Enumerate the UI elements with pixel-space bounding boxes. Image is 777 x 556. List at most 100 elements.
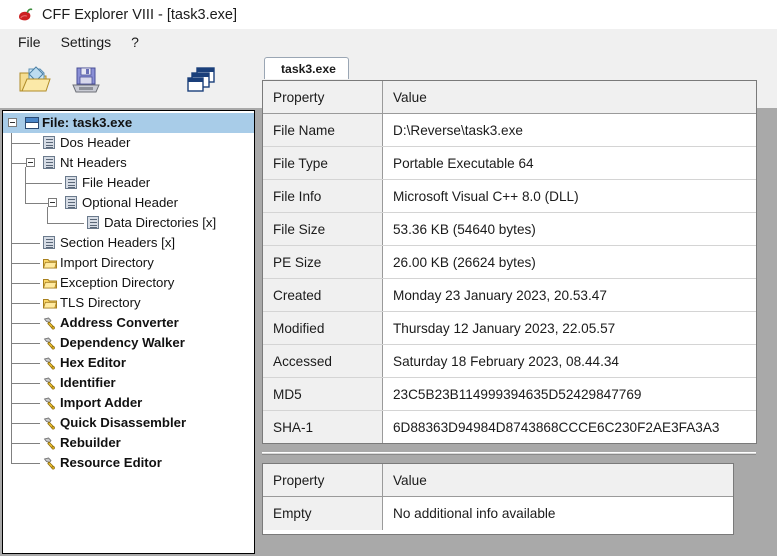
file-info-row[interactable]: Accessed Saturday 18 February 2023, 08.44… [263,345,756,378]
app-window: CFF Explorer VIII - [task3.exe] File Set… [0,0,777,556]
file-info-row[interactable]: PE Size 26.00 KB (26624 bytes) [263,246,756,279]
tree-node[interactable]: File: task3.exe [3,113,254,133]
file-info-row[interactable]: Created Monday 23 January 2023, 20.53.47 [263,279,756,312]
file-info-row[interactable]: File Type Portable Executable 64 [263,147,756,180]
tree-line [11,363,40,364]
property-value-cell: 53.36 KB (54640 bytes) [383,213,756,245]
tree-line [25,183,62,184]
additional-info-grid[interactable]: Property Value Empty No additional info ava… [262,463,734,535]
document-icon [65,176,77,189]
file-info-grid[interactable]: Property Value File Name D:\Reverse\task3.e… [262,80,757,444]
tree-line [11,163,27,164]
file-info-row[interactable]: File Size 53.36 KB (54640 bytes) [263,213,756,246]
tool-icon [43,377,57,390]
property-value-cell: Portable Executable 64 [383,147,756,179]
tree-line [11,343,40,344]
document-icon [43,156,55,169]
tree-node-label: Data Directories [x] [104,215,217,230]
tree-line [11,323,40,324]
chili-pepper-icon [16,5,35,24]
property-value-cell: Saturday 18 February 2023, 08.44.34 [383,345,756,377]
tree-line [11,443,40,444]
folder-icon [42,257,58,269]
tree-expander-icon[interactable] [8,118,17,127]
menu-bar: File Settings ? [0,29,777,55]
tree-expander-icon[interactable] [48,198,57,207]
tree-node-label: Hex Editor [60,355,126,370]
tree-line [11,463,40,464]
tool-icon [43,357,57,370]
property-value-cell: Thursday 12 January 2023, 22.05.57 [383,312,756,344]
menu-item-file[interactable]: File [8,32,51,52]
property-name-cell: Accessed [263,345,383,377]
window-title: CFF Explorer VIII - [task3.exe] [42,6,237,23]
tree-node-label: Rebuilder [60,435,121,450]
property-name-cell: File Name [263,114,383,146]
tree-line [47,207,48,223]
folder-icon [42,297,58,309]
file-info-row[interactable]: File Name D:\Reverse\task3.exe [263,114,756,147]
tree-node-label: Resource Editor [60,455,162,470]
property-name-cell: Modified [263,312,383,344]
open-file-button[interactable] [16,63,54,99]
title-bar: CFF Explorer VIII - [task3.exe] [0,0,777,29]
tree-line [11,423,40,424]
save-file-button[interactable] [68,63,106,99]
property-value-cell: D:\Reverse\task3.exe [383,114,756,146]
tree-node-label: Nt Headers [60,155,127,170]
tree-node-label: Exception Directory [60,275,175,290]
tree-expander-icon[interactable] [26,158,35,167]
menu-item-help[interactable]: ? [121,32,149,52]
column-header-value[interactable]: Value [383,464,733,496]
tree-node-label: Import Adder [60,395,143,410]
column-header-value[interactable]: Value [383,81,756,113]
tree-line [11,263,40,264]
cascade-windows-button[interactable] [184,63,222,99]
property-name-cell: SHA-1 [263,411,383,443]
property-name-cell: Created [263,279,383,311]
tree-node-label: Dos Header [60,135,131,150]
tree-node-label: File Header [82,175,151,190]
property-value-cell: No additional info available [383,497,733,530]
tree-body: File: task3.exe Dos Header Nt Headers File … [3,111,254,479]
property-name-cell: Empty [263,497,383,530]
tree-line [11,383,40,384]
tool-icon [43,317,57,330]
document-icon [65,196,77,209]
panel-splitter[interactable] [258,449,777,459]
tree-node-label: File: task3.exe [42,115,133,130]
document-icon [43,136,55,149]
file-info-row[interactable]: Modified Thursday 12 January 2023, 22.05.… [263,312,756,345]
splitter-grip [262,452,756,455]
menu-item-settings[interactable]: Settings [51,32,122,52]
tab-task3-exe[interactable]: task3.exe [264,57,349,79]
additional-info-row[interactable]: Empty No additional info available [263,497,733,530]
tree-node-label: Section Headers [x] [60,235,176,250]
property-name-cell: PE Size [263,246,383,278]
tree-panel[interactable]: File: task3.exe Dos Header Nt Headers File … [2,110,255,554]
open-file-icon [16,63,54,97]
tree-line [11,283,40,284]
column-header-property[interactable]: Property [263,464,383,496]
property-value-cell: Microsoft Visual C++ 8.0 (DLL) [383,180,756,212]
tree-node-label: Import Directory [60,255,154,270]
tree-line [47,223,84,224]
file-info-row[interactable]: File Info Microsoft Visual C++ 8.0 (DLL) [263,180,756,213]
tree-node-label: Dependency Walker [60,335,185,350]
tool-icon [43,457,57,470]
property-name-cell: File Type [263,147,383,179]
window-icon [25,117,39,129]
tree-line [25,167,26,203]
tree-node-label: Address Converter [60,315,179,330]
grid-header-row: Property Value [263,81,756,114]
property-value-cell: 6D88363D94984D8743868CCCE6C230F2AE3FA3A3 [383,411,756,443]
tree-line [11,127,12,463]
property-name-cell: MD5 [263,378,383,410]
tool-icon [43,397,57,410]
file-info-row[interactable]: SHA-1 6D88363D94984D8743868CCCE6C230F2AE3… [263,411,756,443]
tree-line [11,143,40,144]
tool-icon [43,417,57,430]
file-info-row[interactable]: MD5 23C5B23B114999394635D52429847769 [263,378,756,411]
column-header-property[interactable]: Property [263,81,383,113]
document-icon [43,236,55,249]
